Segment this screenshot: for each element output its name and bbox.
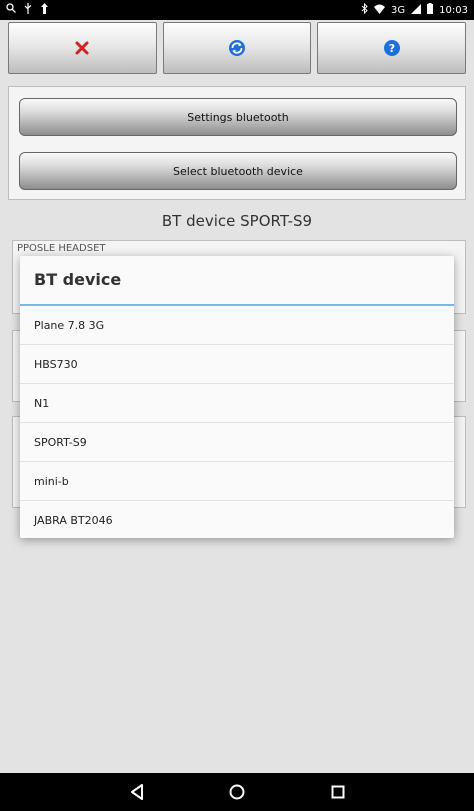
recent-apps-button[interactable] (326, 782, 350, 802)
bt-device-dialog: BT device Plane 7.8 3G HBS730 N1 SPORT-S… (20, 256, 454, 538)
notification-icon (40, 3, 49, 17)
dialog-title: BT device (34, 270, 122, 289)
home-icon (229, 784, 245, 800)
usb-icon (24, 3, 32, 17)
svg-text:?: ? (388, 42, 394, 55)
device-list: Plane 7.8 3G HBS730 N1 SPORT-S9 mini-b J… (20, 306, 454, 539)
battery-icon (427, 3, 434, 17)
select-bluetooth-device-button[interactable]: Select bluetooth device (19, 152, 457, 190)
device-list-item[interactable]: HBS730 (20, 345, 454, 384)
device-list-item[interactable]: mini-b (20, 462, 454, 501)
network-type-label: 3G (391, 4, 406, 16)
select-bluetooth-device-label: Select bluetooth device (173, 164, 303, 178)
help-button[interactable]: ? (317, 22, 467, 74)
search-icon (6, 3, 16, 17)
signal-icon (411, 3, 422, 17)
toolbar: ? (8, 22, 467, 74)
settings-bluetooth-label: Settings bluetooth (187, 110, 289, 124)
status-left (6, 3, 49, 17)
device-list-item[interactable]: SPORT-S9 (20, 423, 454, 462)
refresh-button[interactable] (162, 22, 312, 74)
device-list-item[interactable]: JABRA BT2046 (20, 501, 454, 539)
settings-bluetooth-button[interactable]: Settings bluetooth (19, 98, 457, 136)
status-bar: 3G 10:03 (0, 0, 474, 20)
home-button[interactable] (225, 782, 249, 802)
device-list-item[interactable]: Plane 7.8 3G (20, 306, 454, 345)
device-list-item[interactable]: N1 (20, 384, 454, 423)
settings-panel: Settings bluetooth Select bluetooth devi… (8, 86, 466, 200)
bt-device-status: BT device SPORT-S9 (161, 212, 313, 230)
recent-apps-icon (331, 785, 345, 799)
back-button[interactable] (126, 782, 150, 802)
bluetooth-status-icon (361, 2, 368, 17)
close-button[interactable] (8, 22, 157, 74)
back-icon (131, 784, 143, 800)
refresh-icon (229, 40, 245, 56)
help-icon: ? (383, 40, 400, 56)
navigation-bar (0, 773, 474, 811)
clock: 10:03 (439, 4, 468, 16)
wifi-icon (374, 4, 386, 17)
status-right: 3G 10:03 (361, 2, 468, 17)
background-device-label: PPOSLE HEADSET (17, 243, 106, 254)
close-icon (75, 41, 89, 55)
